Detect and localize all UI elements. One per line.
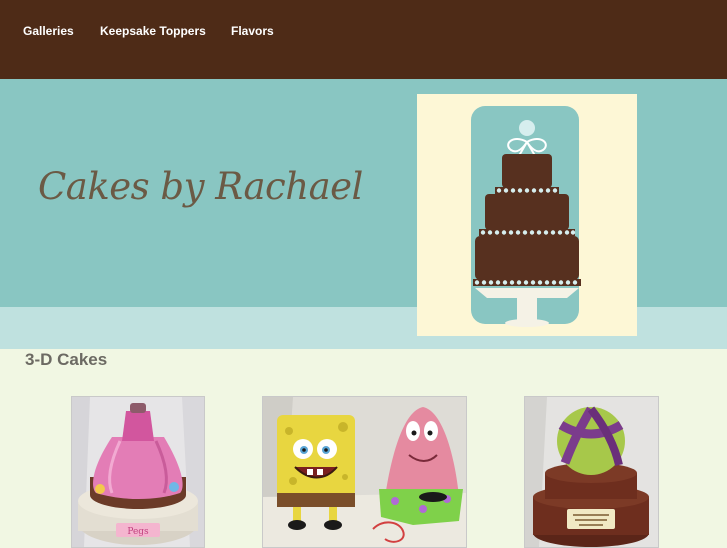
- tiered-cake-logo: [417, 94, 637, 336]
- cake-name-plaque: Pegs: [127, 527, 149, 537]
- gallery-thumbnail-ball-cake[interactable]: [524, 396, 659, 548]
- site-title: Cakes by Rachael: [38, 165, 363, 208]
- pink-dress-cake-icon: Pegs: [72, 397, 204, 547]
- top-navigation-bar: Galleries Keepsake Toppers Flavors: [0, 0, 727, 79]
- ball-cake-icon: [525, 397, 658, 547]
- tiered-cake-icon: [471, 106, 581, 327]
- spongebob-patrick-cake-icon: [263, 397, 466, 547]
- section-heading: 3-D Cakes: [25, 350, 108, 369]
- nav-keepsake-toppers-link[interactable]: Keepsake Toppers: [100, 24, 206, 38]
- gallery-thumbnail-dress-cake[interactable]: Pegs: [71, 396, 205, 548]
- nav-galleries-link[interactable]: Galleries: [23, 24, 74, 38]
- gallery-thumbnail-spongebob-patrick-cake[interactable]: [262, 396, 467, 548]
- nav-flavors-link[interactable]: Flavors: [231, 24, 274, 38]
